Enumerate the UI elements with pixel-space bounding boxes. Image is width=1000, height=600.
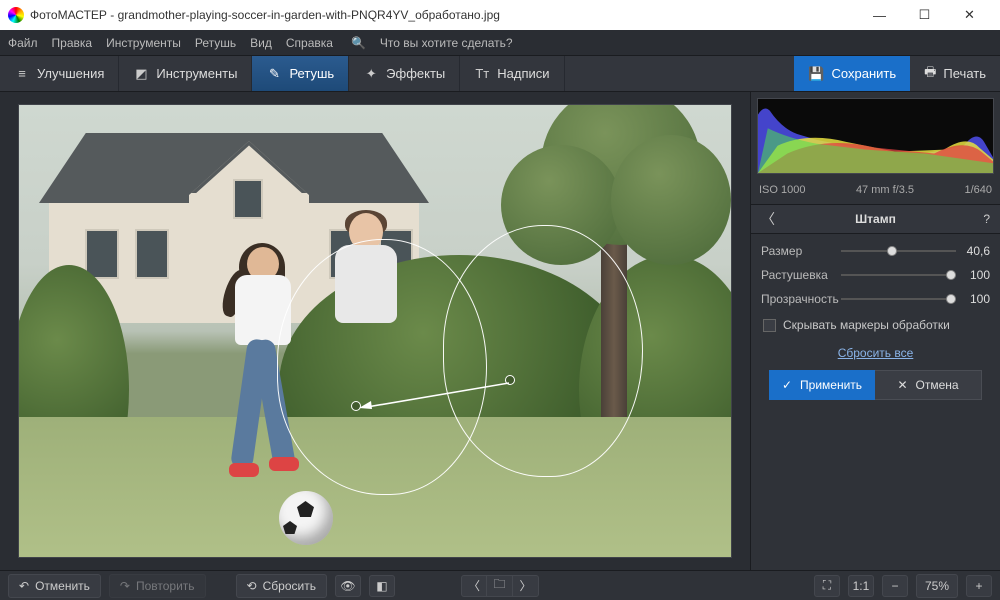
size-slider[interactable] <box>841 244 956 258</box>
titlebar: ФотоМАСТЕР - grandmother-playing-soccer-… <box>0 0 1000 30</box>
crop-icon: ◩ <box>133 66 149 82</box>
undo-icon: ↶ <box>19 579 29 593</box>
help-icon[interactable]: ? <box>983 212 990 226</box>
hide-markers-checkbox[interactable]: Скрывать маркеры обработки <box>761 316 990 340</box>
tab-retouch[interactable]: ✎Ретушь <box>252 56 349 91</box>
prev-file-button[interactable]: 〈 <box>461 575 487 597</box>
tab-effects[interactable]: ✦Эффекты <box>349 56 460 91</box>
menu-help[interactable]: Справка <box>286 36 333 50</box>
bottombar: ↶Отменить ↷Повторить ⟲Сбросить 👁 ◧ 〈 🗀 〉… <box>0 570 1000 600</box>
opacity-value: 100 <box>956 292 990 306</box>
sliders-icon: ≡ <box>14 66 30 82</box>
zoom-level[interactable]: 75% <box>916 574 958 598</box>
file-name: grandmother-playing-soccer-in-garden-wit… <box>118 8 500 22</box>
preview-toggle-button[interactable]: 👁 <box>335 575 361 597</box>
apply-button[interactable]: ✓Применить <box>769 370 875 400</box>
search-icon: 🔍 <box>351 36 366 50</box>
redo-button[interactable]: ↷Повторить <box>109 574 206 598</box>
reset-all-link[interactable]: Сбросить все <box>838 346 914 360</box>
opacity-slider[interactable] <box>841 292 956 306</box>
canvas-area <box>0 92 750 570</box>
hide-markers-label: Скрывать маркеры обработки <box>783 318 950 332</box>
size-value: 40,6 <box>956 244 990 258</box>
next-file-button[interactable]: 〉 <box>513 575 539 597</box>
undo-button[interactable]: ↶Отменить <box>8 574 101 598</box>
feather-label: Растушевка <box>761 268 841 282</box>
x-icon: ✕ <box>897 378 907 392</box>
tab-enhance[interactable]: ≡Улучшения <box>0 56 119 91</box>
app-logo-icon <box>8 7 24 23</box>
size-label: Размер <box>761 244 841 258</box>
menubar: Файл Правка Инструменты Ретушь Вид Справ… <box>0 30 1000 56</box>
minus-icon: − <box>891 579 898 593</box>
tab-text[interactable]: TᴛНадписи <box>460 56 564 91</box>
text-icon: Tᴛ <box>474 66 490 82</box>
window-title: ФотоМАСТЕР - grandmother-playing-soccer-… <box>30 8 857 22</box>
image-canvas[interactable] <box>18 104 732 558</box>
panel-title: Штамп <box>855 212 896 226</box>
panel-header: 〈 Штамп ? <box>751 204 1000 234</box>
stamp-source-outline[interactable] <box>443 225 643 477</box>
check-icon: ✓ <box>782 378 792 392</box>
menu-view[interactable]: Вид <box>250 36 272 50</box>
redo-icon: ↷ <box>120 579 130 593</box>
app-name: ФотоМАСТЕР <box>30 8 107 22</box>
back-icon[interactable]: 〈 <box>761 209 775 229</box>
zoom-out-button[interactable]: − <box>882 575 908 597</box>
checkbox-icon <box>763 319 776 332</box>
wand-icon: ✦ <box>363 66 379 82</box>
reset-icon: ⟲ <box>247 579 257 593</box>
tab-tools[interactable]: ◩Инструменты <box>119 56 252 91</box>
compare-icon: ◧ <box>376 579 387 593</box>
reset-button[interactable]: ⟲Сбросить <box>236 574 327 598</box>
feather-slider[interactable] <box>841 268 956 282</box>
compare-button[interactable]: ◧ <box>369 575 395 597</box>
histogram <box>757 98 994 174</box>
exif-meta: ISO 1000 47 mm f/3.5 1/640 <box>751 180 1000 204</box>
shutter-value: 1/640 <box>964 184 992 196</box>
brush-icon: ✎ <box>266 66 282 82</box>
eye-icon: 👁 <box>340 579 355 593</box>
save-button[interactable]: 💾Сохранить <box>794 56 910 91</box>
iso-value: ISO 1000 <box>759 184 805 196</box>
zoom-in-button[interactable]: + <box>966 575 992 597</box>
cancel-button[interactable]: ✕Отмена <box>875 370 982 400</box>
actual-size-button[interactable]: 1:1 <box>848 575 874 597</box>
save-icon: 💾 <box>808 66 824 82</box>
fit-icon: ⛶ <box>823 578 831 593</box>
close-button[interactable]: ✕ <box>947 0 992 30</box>
menu-tools[interactable]: Инструменты <box>106 36 181 50</box>
maximize-button[interactable]: ☐ <box>902 0 947 30</box>
opacity-label: Прозрачность <box>761 292 841 306</box>
feather-value: 100 <box>956 268 990 282</box>
search-input[interactable]: Что вы хотите сделать? <box>380 36 513 50</box>
stamp-link-arrow <box>359 381 511 409</box>
minimize-button[interactable]: — <box>857 0 902 30</box>
lens-value: 47 mm f/3.5 <box>856 184 914 196</box>
folder-icon: 🗀 <box>493 575 505 596</box>
sidebar: ISO 1000 47 mm f/3.5 1/640 〈 Штамп ? Раз… <box>750 92 1000 570</box>
print-button[interactable]: 🖶Печать <box>910 56 1000 91</box>
menu-retouch[interactable]: Ретушь <box>195 36 236 50</box>
fit-screen-button[interactable]: ⛶ <box>814 575 840 597</box>
menu-edit[interactable]: Правка <box>52 36 93 50</box>
tabbar: ≡Улучшения ◩Инструменты ✎Ретушь ✦Эффекты… <box>0 56 1000 92</box>
open-folder-button[interactable]: 🗀 <box>487 575 513 597</box>
menu-file[interactable]: Файл <box>8 36 38 50</box>
file-nav: 〈 🗀 〉 <box>461 575 539 597</box>
print-icon: 🖶 <box>924 63 936 85</box>
plus-icon: + <box>975 579 982 593</box>
